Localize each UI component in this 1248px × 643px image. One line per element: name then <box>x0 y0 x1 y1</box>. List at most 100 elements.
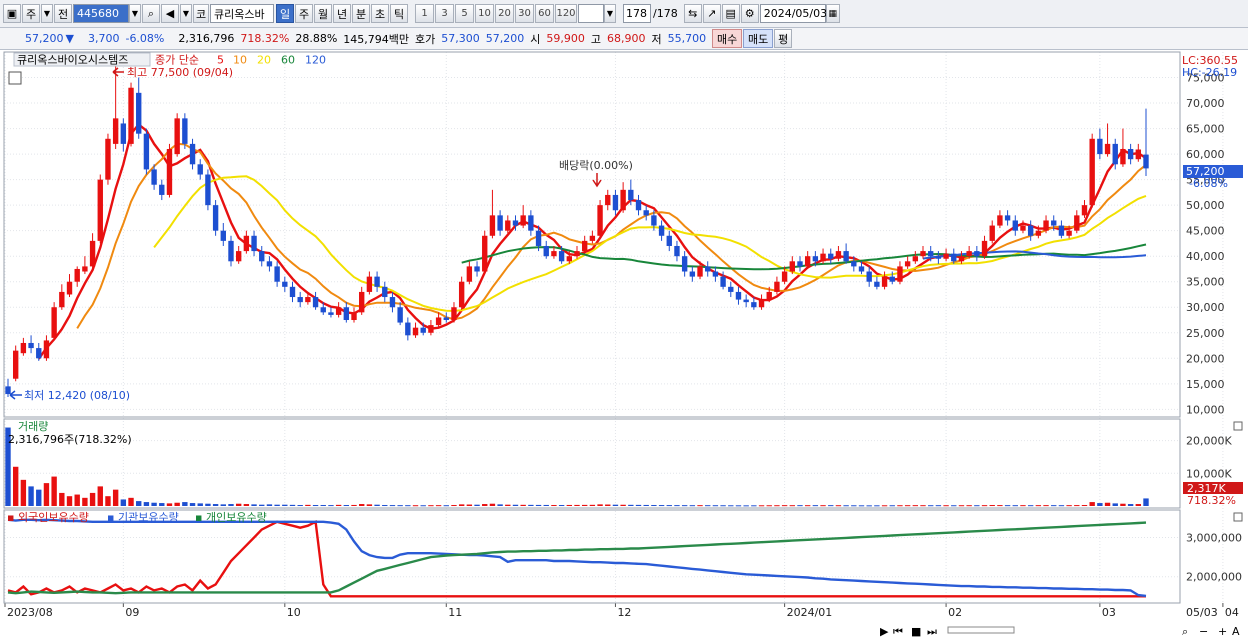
candle-body <box>512 220 519 226</box>
stock-code-input[interactable]: 445680 <box>73 4 129 23</box>
volume-bar <box>143 502 150 506</box>
trade-amount: 145,794백만 <box>343 32 410 46</box>
period-tab-5[interactable]: 초 <box>371 4 389 23</box>
candle-body <box>428 325 434 333</box>
price-change-pct: -6.08% <box>125 32 165 45</box>
layout-icon[interactable]: ▣ <box>3 4 21 23</box>
interval-button-30[interactable]: 30 <box>515 4 534 23</box>
period-tab-3[interactable]: 년 <box>333 4 351 23</box>
scroll-right-icon[interactable]: ▶ <box>880 625 889 638</box>
volume-info: 2,316,796주(718.32%) <box>8 433 132 446</box>
candle-body <box>666 235 672 246</box>
candle-body <box>520 215 526 226</box>
period-tab-2[interactable]: 월 <box>314 4 332 23</box>
date-input[interactable]: 2024/05/03 <box>759 4 827 23</box>
candle-body <box>589 235 596 241</box>
volume-bar <box>951 505 957 507</box>
sell-button[interactable]: 매도 <box>743 29 774 48</box>
volume-bar <box>289 504 296 506</box>
volume-bar <box>920 505 926 507</box>
chart-compare-icon[interactable]: ⇆ <box>683 4 702 23</box>
speaker-dropdown-icon[interactable]: ▼ <box>180 4 192 23</box>
code-dropdown-icon[interactable]: ▼ <box>129 4 141 23</box>
candle-body <box>620 189 626 211</box>
volume-close-icon[interactable] <box>1233 421 1243 431</box>
candle-body <box>174 118 180 155</box>
scroll-end-icon[interactable]: ⏭ <box>927 625 937 638</box>
zoom-out-icon[interactable]: − <box>1199 625 1208 638</box>
candle-body <box>1058 225 1065 236</box>
candle-body <box>212 205 219 231</box>
ma-legend-item[interactable]: 60 <box>281 54 295 67</box>
candle-body <box>597 205 603 236</box>
search-icon[interactable]: ⌕ <box>142 4 160 23</box>
interval-button-20[interactable]: 20 <box>495 4 514 23</box>
volume-bar <box>974 505 980 507</box>
volume-bar <box>728 505 734 507</box>
price-tick-label: 20,000 <box>1186 352 1225 365</box>
volume-bar <box>43 483 50 506</box>
interval-dropdown-icon[interactable]: ▼ <box>604 4 616 23</box>
speaker-icon[interactable]: ◀ <box>161 4 179 23</box>
volume-bar <box>1074 505 1080 507</box>
price-tick-label: 50,000 <box>1186 199 1225 212</box>
candle-body <box>51 307 57 338</box>
period-tab-0[interactable]: 일 <box>276 4 294 23</box>
interval-input[interactable] <box>578 4 604 23</box>
volume-bar <box>251 504 257 506</box>
interval-button-3[interactable]: 3 <box>435 4 454 23</box>
candle-body <box>897 266 903 282</box>
volume-bar <box>120 499 127 506</box>
volume-bar <box>904 505 911 507</box>
grid-toggle-icon[interactable] <box>8 71 22 85</box>
save-icon[interactable]: ▤ <box>721 4 740 23</box>
month-label: 04 <box>1225 606 1239 619</box>
calendar-icon[interactable]: ▦ <box>825 4 840 23</box>
magnifier-icon[interactable]: ⌕ <box>1182 625 1188 638</box>
interval-button-10[interactable]: 10 <box>475 4 494 23</box>
period-tab-4[interactable]: 분 <box>352 4 370 23</box>
draw-tool-icon[interactable]: ↗ <box>702 4 721 23</box>
prev-button[interactable]: 전 <box>54 4 72 23</box>
buy-button[interactable]: 매수 <box>712 29 743 48</box>
volume-bar <box>674 505 680 507</box>
ma-legend-item[interactable]: 5 <box>217 54 224 67</box>
candle-body <box>1120 148 1126 165</box>
gear-icon[interactable]: ⚙ <box>740 4 759 23</box>
volume-bar <box>128 497 134 506</box>
kospi-button[interactable]: 코 <box>193 4 209 23</box>
scroll-start-icon[interactable]: ⏮ <box>893 625 903 638</box>
eval-button[interactable]: 평 <box>774 29 793 48</box>
chart-area[interactable]: 75,00070,00065,00060,00055,00050,00045,0… <box>0 50 1248 643</box>
candle-body <box>535 230 542 246</box>
current-price: 57,200 <box>25 32 64 45</box>
market-button[interactable]: 주 <box>22 4 40 23</box>
interval-button-120[interactable]: 120 <box>555 4 577 23</box>
zoom-in-icon[interactable]: + <box>1218 625 1227 638</box>
volume-bar <box>1081 505 1088 507</box>
volume-bar <box>705 505 711 507</box>
period-tab-1[interactable]: 주 <box>295 4 313 23</box>
interval-button-5[interactable]: 5 <box>455 4 474 23</box>
ma-legend-item[interactable]: 20 <box>257 54 271 67</box>
ma-legend-item[interactable]: 120 <box>305 54 326 67</box>
interval-button-1[interactable]: 1 <box>415 4 434 23</box>
count-input[interactable]: 178 <box>623 4 651 23</box>
volume-bar <box>666 505 672 507</box>
interval-button-60[interactable]: 60 <box>535 4 554 23</box>
holding-close-icon[interactable] <box>1233 512 1243 522</box>
volume-bar <box>912 505 919 507</box>
stop-icon[interactable]: ■ <box>911 625 921 638</box>
period-tab-6[interactable]: 틱 <box>390 4 408 23</box>
ma-legend-item[interactable]: 10 <box>233 54 247 67</box>
price-tick-label: 25,000 <box>1186 327 1225 340</box>
last-date-label: 05/03 <box>1186 606 1218 619</box>
market-dropdown-icon[interactable]: ▼ <box>41 4 53 23</box>
candle-body <box>505 220 511 231</box>
scroll-slider[interactable] <box>947 626 1015 634</box>
auto-scale-icon[interactable]: A <box>1232 625 1240 638</box>
volume-bar <box>881 505 888 507</box>
volume-bar <box>758 505 765 507</box>
ma-legend-item[interactable]: 종가 단순 <box>155 54 199 67</box>
volume-bar <box>274 504 280 506</box>
